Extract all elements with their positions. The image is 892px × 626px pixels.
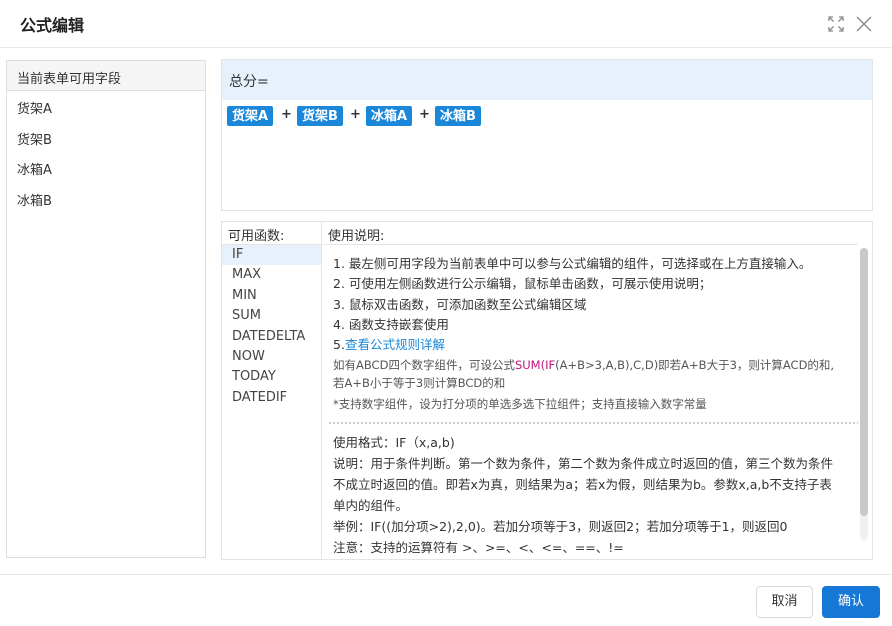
usage-description: 不成立时返回的值。即若x为真，则结果为a；若x为假，则结果为b。参数x,a,b不… — [333, 477, 832, 493]
instruction-line: 3. 鼠标双击函数，可添加函数至公式编辑区域 — [333, 296, 587, 312]
example-text-part: 如有ABCD四个数字组件，可设公式 — [333, 358, 515, 373]
function-item-datedelta[interactable]: DATEDELTA — [222, 327, 321, 347]
functions-list: IF MAX MIN SUM DATEDELTA NOW TODAY DATED… — [222, 244, 322, 559]
example-keyword-sum: SUM — [514, 358, 541, 373]
example-keyword-if: IF — [545, 358, 556, 373]
instruction-line: 2. 可使用左侧函数进行公示编辑，鼠标单击函数，可展示使用说明； — [333, 276, 712, 292]
function-item-now[interactable]: NOW — [222, 347, 321, 367]
field-item-fridge-b[interactable]: 冰箱B — [7, 183, 205, 214]
scrollbar-thumb[interactable] — [860, 248, 868, 516]
formula-label: 总分= — [222, 60, 872, 100]
function-item-today[interactable]: TODAY — [222, 367, 321, 387]
field-item-shelf-b[interactable]: 货架B — [7, 122, 205, 153]
usage-format: 使用格式：IF（x,a,b) — [333, 435, 455, 451]
usage-note: 注意：支持的运算符有 >、>=、<、<=、==、!= — [333, 540, 624, 556]
instruction-line-prefix: 5. — [333, 337, 345, 353]
example-text: 如有ABCD四个数字组件，可设公式SUM(IF(A+B>3,A,B),C,D)即… — [333, 356, 858, 374]
confirm-button[interactable]: 确认 — [822, 586, 880, 618]
formula-token-operator: + — [350, 107, 361, 122]
formula-tokens[interactable]: 货架A + 货架B + 冰箱A + 冰箱B — [227, 106, 867, 126]
instructions-scrollbar[interactable] — [860, 248, 868, 540]
formula-token-operator: + — [281, 107, 292, 122]
functions-header: 可用函数: — [222, 222, 322, 244]
function-item-sum[interactable]: SUM — [222, 306, 321, 326]
dialog-header: 公式编辑 — [0, 0, 892, 48]
formula-token-field[interactable]: 冰箱A — [366, 106, 413, 126]
divider — [329, 422, 858, 425]
instructions-header: 使用说明: — [328, 229, 385, 244]
dialog-title: 公式编辑 — [20, 16, 85, 35]
function-item-min[interactable]: MIN — [222, 286, 321, 306]
instruction-line: 1. 最左侧可用字段为当前表单中可以参与公式编辑的组件，可选择或在上方直接输入。 — [333, 256, 812, 271]
field-item-fridge-a[interactable]: 冰箱A — [7, 152, 205, 183]
instruction-line: 4. 函数支持嵌套使用 — [333, 316, 449, 332]
example-text-line2: 若A+B小于等于3则计算BCD的和 — [333, 376, 506, 391]
formula-token-field[interactable]: 货架A — [227, 106, 274, 126]
instruction-line-5: 5.查看公式规则详解 — [333, 334, 858, 354]
formula-token-field[interactable]: 货架B — [297, 106, 343, 126]
formula-editor[interactable]: 总分= 货架A + 货架B + 冰箱A + 冰箱B — [221, 59, 873, 211]
fields-panel-header: 当前表单可用字段 — [7, 61, 205, 91]
formula-token-operator: + — [419, 107, 430, 122]
usage-description: 说明：用于条件判断。第一个数为条件，第二个数为条件成立时返回的值，第三个数为条件 — [333, 456, 834, 472]
close-icon[interactable] — [854, 14, 874, 34]
dialog-footer: 取消 确认 — [0, 574, 892, 626]
fields-panel: 当前表单可用字段 货架A 货架B 冰箱A 冰箱B — [6, 60, 206, 558]
function-item-max[interactable]: MAX — [222, 265, 321, 285]
instructions-body[interactable]: 1. 最左侧可用字段为当前表单中可以参与公式编辑的组件，可选择或在上方直接输入。… — [323, 244, 858, 559]
function-item-if[interactable]: IF — [222, 245, 321, 266]
formula-token-field[interactable]: 冰箱B — [435, 106, 481, 126]
function-item-datedif[interactable]: DATEDIF — [222, 388, 321, 408]
support-note: *支持数字组件，设为打分项的单选多选下拉组件；支持直接输入数字常量 — [333, 397, 707, 412]
usage-description: 单内的组件。 — [333, 498, 409, 514]
example-text-part: (A+B>3,A,B),C,D)即若A+B大于3，则计算ACD的和, — [555, 358, 835, 373]
field-item-shelf-a[interactable]: 货架A — [7, 91, 205, 122]
formula-rules-link[interactable]: 查看公式规则详解 — [345, 337, 445, 352]
expand-icon[interactable] — [826, 14, 846, 34]
help-panel: 可用函数: IF MAX MIN SUM DATEDELTA NOW TODAY… — [221, 221, 873, 560]
cancel-button[interactable]: 取消 — [756, 586, 813, 618]
usage-example: 举例：IF((加分项>2),2,0)。若加分项等于3，则返回2；若加分项等于1，… — [333, 519, 788, 535]
